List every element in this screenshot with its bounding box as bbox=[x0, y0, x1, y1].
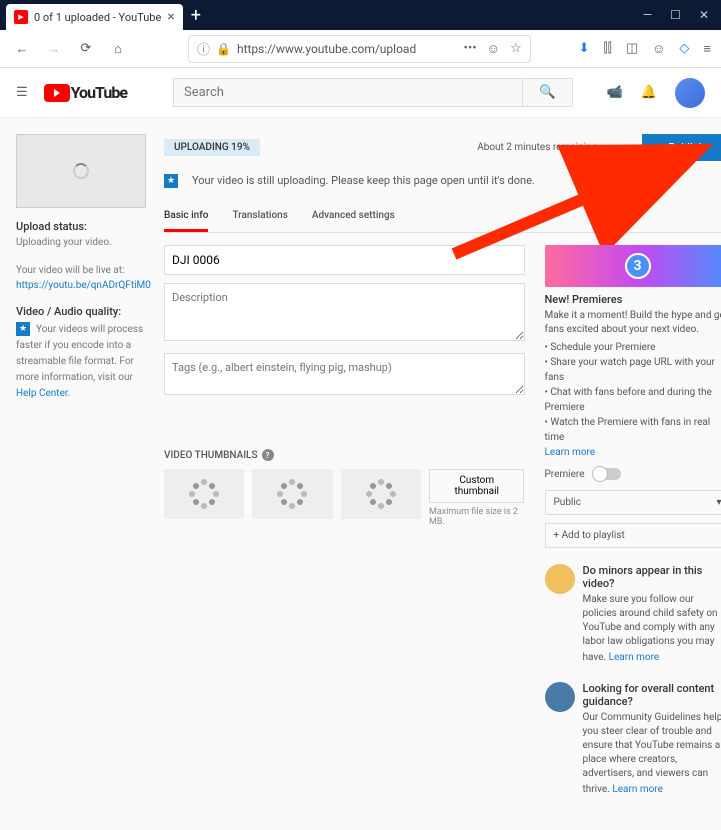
visibility-select[interactable]: Public ▾ bbox=[545, 490, 721, 515]
premieres-text: Make it a moment! Build the hype and get… bbox=[545, 309, 721, 337]
browser-tab-bar: ▶ 0 of 1 uploaded - YouTube × + — ☐ ✕ bbox=[0, 0, 721, 30]
learn-more-link[interactable]: Learn more bbox=[545, 447, 596, 458]
forward-icon[interactable]: → bbox=[42, 37, 66, 61]
account-icon[interactable]: ☺ bbox=[652, 41, 665, 57]
star-icon: ★ bbox=[164, 174, 178, 188]
tab-basic-info[interactable]: Basic info bbox=[164, 202, 208, 232]
home-icon[interactable]: ⌂ bbox=[106, 37, 130, 61]
youtube-logo-text: YouTube bbox=[71, 83, 127, 102]
new-tab-button[interactable]: + bbox=[183, 5, 209, 26]
minimize-icon[interactable]: — bbox=[643, 8, 652, 22]
bookmark-icon[interactable]: ☆ bbox=[510, 41, 522, 57]
library-icon[interactable]: ⫿⫿ bbox=[604, 41, 612, 56]
premiere-toggle-label: Premiere bbox=[545, 469, 585, 480]
loading-spinner-icon bbox=[73, 163, 89, 179]
lock-icon: 🔒 bbox=[216, 42, 231, 56]
menu-icon[interactable]: ≡ bbox=[703, 41, 711, 57]
live-at-text: Your video will be live at: bbox=[16, 264, 146, 278]
notifications-icon[interactable]: 🔔 bbox=[641, 85, 657, 100]
video-preview-thumbnail bbox=[16, 134, 146, 208]
upload-progress-badge: UPLOADING 19% bbox=[164, 139, 260, 156]
reader-icon[interactable]: ☺ bbox=[487, 41, 500, 57]
premiere-toggle[interactable] bbox=[593, 468, 621, 480]
hamburger-icon[interactable]: ☰ bbox=[16, 85, 28, 100]
downloads-icon[interactable]: ⬇ bbox=[579, 41, 590, 56]
star-icon: ★ bbox=[16, 322, 30, 336]
info-icon[interactable]: ⓘ bbox=[197, 39, 210, 58]
create-video-icon[interactable]: 📹 bbox=[607, 85, 623, 100]
quality-label: Video / Audio quality: bbox=[16, 305, 146, 318]
form-tabs: Basic info Translations Advanced setting… bbox=[164, 202, 721, 233]
minors-icon bbox=[545, 564, 575, 594]
tab-translations[interactable]: Translations bbox=[232, 202, 287, 232]
tab-advanced[interactable]: Advanced settings bbox=[312, 202, 395, 232]
youtube-header: ☰ YouTube 🔍 📹 🔔 bbox=[0, 68, 721, 118]
thumbnail-option-2[interactable] bbox=[252, 469, 332, 519]
thumbnail-option-3[interactable] bbox=[341, 469, 421, 519]
youtube-favicon: ▶ bbox=[14, 10, 28, 24]
youtube-play-icon bbox=[44, 84, 70, 102]
reload-icon[interactable]: ⟳ bbox=[74, 37, 98, 61]
video-url-link[interactable]: https://youtu.be/qnADrQFtiM0 bbox=[16, 280, 146, 291]
maximize-icon[interactable]: ☐ bbox=[670, 8, 681, 22]
thumbnail-option-1[interactable] bbox=[164, 469, 244, 519]
custom-thumbnail-button[interactable]: Custom thumbnail bbox=[429, 469, 525, 503]
help-center-link[interactable]: Help Center bbox=[16, 388, 68, 399]
chevron-down-icon: ▾ bbox=[716, 497, 721, 508]
url-bar: ← → ⟳ ⌂ ⓘ 🔒 https://www.youtube.com/uplo… bbox=[0, 30, 721, 68]
guidance-text: Our Community Guidelines help you steer … bbox=[583, 711, 721, 797]
max-file-size-text: Maximum file size is 2 MB. bbox=[429, 507, 525, 527]
address-bar[interactable]: ⓘ 🔒 https://www.youtube.com/upload ••• ☺… bbox=[188, 35, 531, 63]
youtube-logo[interactable]: YouTube bbox=[44, 83, 127, 102]
learn-more-link[interactable]: Learn more bbox=[609, 651, 660, 665]
video-description-input[interactable] bbox=[164, 283, 525, 341]
back-icon[interactable]: ← bbox=[10, 37, 34, 61]
premieres-title: New! Premieres bbox=[545, 293, 721, 306]
more-icon[interactable]: ••• bbox=[463, 41, 476, 57]
close-window-icon[interactable]: ✕ bbox=[699, 8, 709, 22]
upload-status-text: Uploading your video. bbox=[16, 236, 146, 250]
guidance-icon bbox=[545, 682, 575, 712]
video-title-input[interactable] bbox=[164, 245, 525, 275]
browser-tab[interactable]: ▶ 0 of 1 uploaded - YouTube × bbox=[6, 4, 183, 30]
add-to-playlist-button[interactable]: + Add to playlist bbox=[545, 523, 721, 548]
help-icon[interactable]: ? bbox=[262, 449, 274, 461]
sidebar-icon[interactable]: ◫ bbox=[626, 41, 638, 56]
url-text: https://www.youtube.com/upload bbox=[237, 42, 458, 56]
dismiss-eta-icon[interactable]: × bbox=[622, 141, 628, 155]
upload-message: Your video is still uploading. Please ke… bbox=[192, 174, 535, 187]
countdown-badge: 3 bbox=[625, 253, 651, 279]
tab-title: 0 of 1 uploaded - YouTube bbox=[34, 11, 161, 24]
upload-status-label: Upload status: bbox=[16, 220, 146, 233]
avatar[interactable] bbox=[675, 78, 705, 108]
shield-icon[interactable]: ◇ bbox=[679, 41, 689, 56]
premiere-bullet: • Watch the Premiere with fans in real t… bbox=[545, 415, 721, 445]
tab-close-icon[interactable]: × bbox=[167, 9, 174, 25]
search-input[interactable] bbox=[173, 78, 523, 107]
publish-button[interactable]: Publish bbox=[642, 134, 721, 161]
guidance-title: Looking for overall content guidance? bbox=[583, 682, 721, 708]
premiere-banner: 3 bbox=[545, 245, 721, 287]
premiere-bullet: • Chat with fans before and during the P… bbox=[545, 385, 721, 415]
search-button[interactable]: 🔍 bbox=[523, 78, 573, 107]
minors-title: Do minors appear in this video? bbox=[583, 564, 721, 590]
thumbnails-title: VIDEO THUMBNAILS ? bbox=[164, 449, 525, 461]
premiere-bullet: • Schedule your Premiere bbox=[545, 340, 721, 355]
premiere-bullet: • Share your watch page URL with your fa… bbox=[545, 355, 721, 385]
minors-text: Make sure you follow our policies around… bbox=[583, 593, 721, 665]
learn-more-link[interactable]: Learn more bbox=[612, 783, 663, 797]
quality-text: Your videos will process faster if you e… bbox=[16, 324, 143, 399]
video-tags-input[interactable] bbox=[164, 353, 525, 395]
upload-eta: About 2 minutes remaining. bbox=[477, 142, 600, 153]
